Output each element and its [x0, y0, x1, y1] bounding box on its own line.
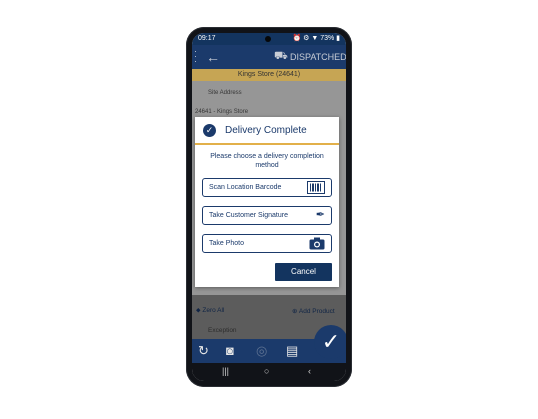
cancel-button[interactable]: Cancel: [275, 263, 332, 281]
payment-icon[interactable]: ◎: [256, 343, 267, 359]
option-label: Scan Location Barcode: [209, 184, 282, 191]
store-banner: Kings Store (24641): [192, 69, 346, 81]
signature-option[interactable]: Take Customer Signature ✒: [202, 206, 332, 225]
recent-apps-icon[interactable]: |||: [222, 366, 229, 376]
option-label: Take Photo: [209, 240, 245, 247]
barcode-icon: [307, 181, 325, 198]
status-time: 09:17: [198, 35, 216, 42]
dialog-header: ✓ Delivery Complete: [195, 117, 339, 145]
system-nav-bar: ||| ○ ‹: [192, 363, 346, 381]
checklist-icon[interactable]: ▤: [286, 343, 298, 359]
front-camera: [265, 36, 271, 42]
page-title: DISPATCHED: [290, 52, 346, 62]
status-indicators: ⏰ ⚙ ▼ 73% ▮: [292, 35, 340, 42]
scan-barcode-option[interactable]: Scan Location Barcode: [202, 178, 332, 197]
check-circle-icon: ✓: [203, 124, 216, 137]
truck-icon: ⛟: [274, 50, 288, 62]
delivery-complete-dialog: ✓ Delivery Complete Please choose a deli…: [195, 117, 339, 287]
take-photo-option[interactable]: Take Photo: [202, 234, 332, 253]
dialog-message: Please choose a delivery completion meth…: [210, 153, 324, 169]
signature-pen-icon: ✒: [315, 209, 325, 221]
option-label: Take Customer Signature: [209, 212, 288, 219]
back-arrow-icon[interactable]: ←: [206, 49, 220, 65]
dialog-title: Delivery Complete: [225, 125, 307, 136]
status-bar: 09:17 ⏰ ⚙ ▼ 73% ▮: [192, 33, 346, 45]
camera-nav-icon[interactable]: ◙: [226, 343, 234, 358]
home-icon[interactable]: ○: [264, 366, 269, 376]
menu-dots-icon[interactable]: · · ·: [194, 47, 198, 66]
complete-check-button[interactable]: ✓: [314, 325, 346, 359]
camera-icon: [309, 237, 325, 254]
app-bar: · · · ← ⛟ DISPATCHED: [192, 45, 346, 69]
history-icon[interactable]: ↻: [198, 343, 209, 359]
system-back-icon[interactable]: ‹: [308, 366, 311, 376]
